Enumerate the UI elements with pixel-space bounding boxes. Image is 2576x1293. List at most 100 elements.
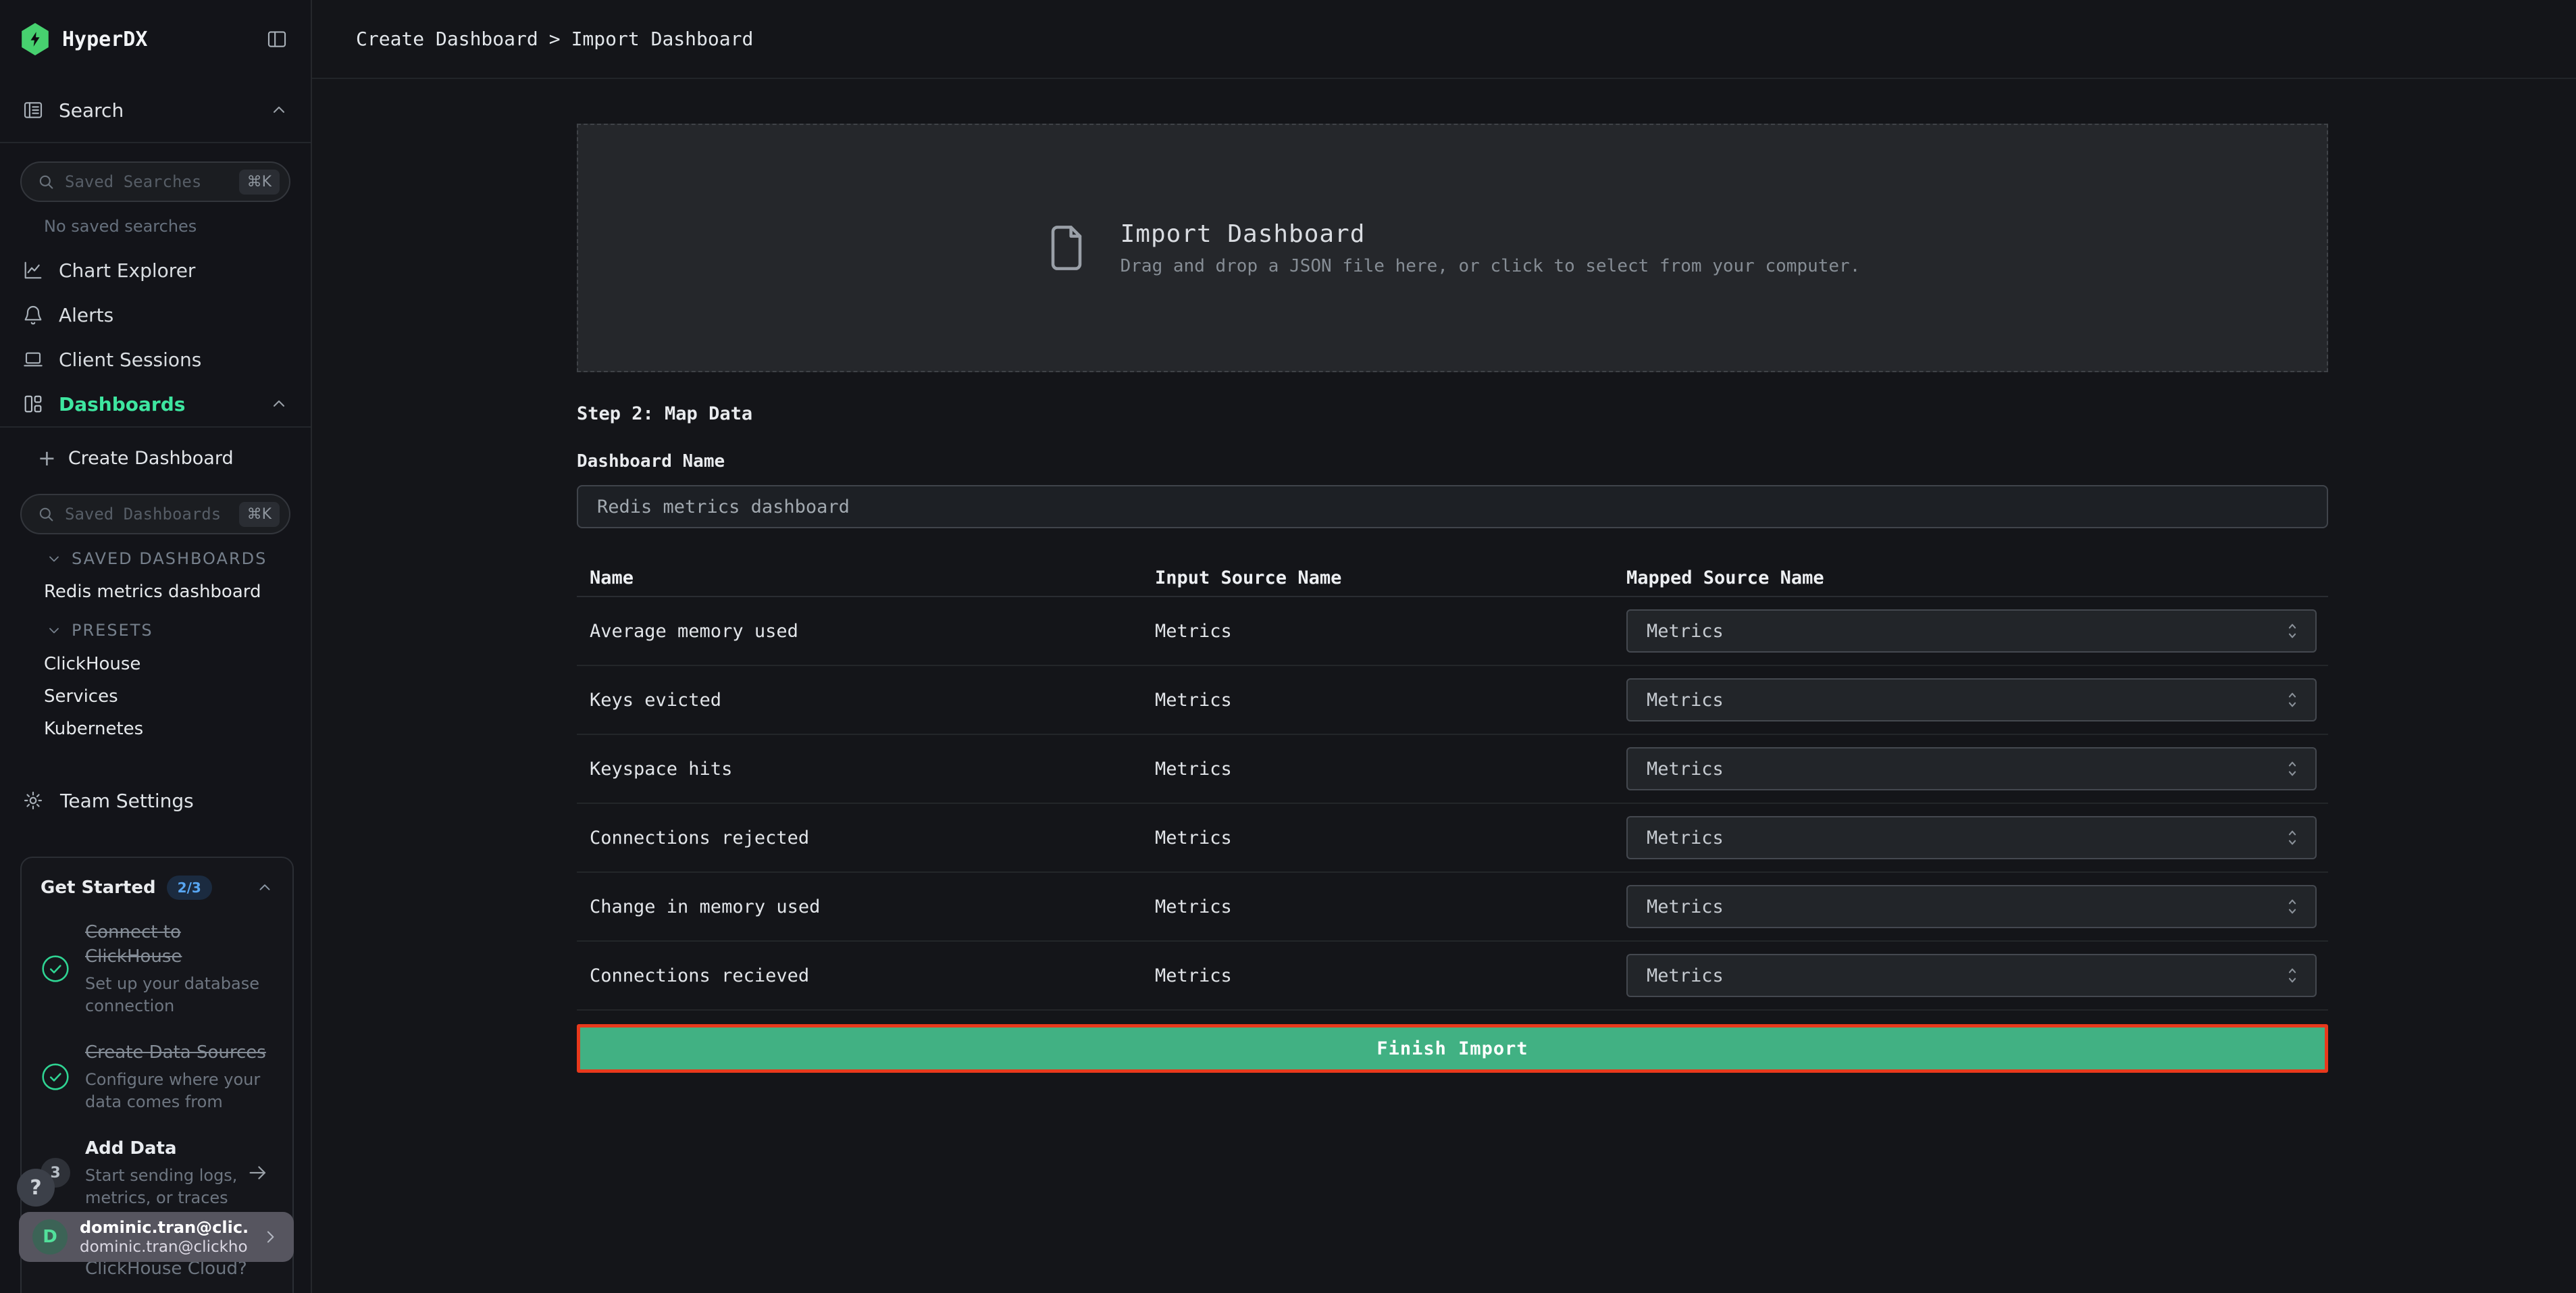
get-started-item-desc: Start sending logs, metrics, or traces bbox=[85, 1165, 274, 1209]
group-label-text: PRESETS bbox=[72, 621, 153, 640]
saved-dashboards-placeholder: Saved Dashboards bbox=[65, 505, 230, 524]
selected-value: Metrics bbox=[1647, 828, 1724, 848]
table-header: Name Input Source Name Mapped Source Nam… bbox=[577, 559, 2328, 597]
table-row: Connections rejected Metrics Metrics bbox=[577, 804, 2328, 873]
bell-icon bbox=[22, 304, 44, 326]
sidebar-section-search[interactable]: Search bbox=[0, 78, 311, 142]
mapped-source-select[interactable]: Metrics bbox=[1626, 747, 2317, 790]
import-dashboard-page: Import Dashboard Drag and drop a JSON fi… bbox=[312, 79, 2576, 1293]
group-item-label: Kubernetes bbox=[44, 719, 143, 739]
sidebar-item-clickhouse-preset[interactable]: ClickHouse bbox=[0, 648, 311, 680]
sidebar-item-dashboards[interactable]: Dashboards bbox=[0, 382, 311, 426]
get-started-item-connect[interactable]: Connect to ClickHouse Set up your databa… bbox=[41, 920, 274, 1017]
metric-name: Change in memory used bbox=[577, 896, 1155, 917]
finish-import-button[interactable]: Finish Import bbox=[577, 1024, 2328, 1073]
user-account-chip[interactable]: D dominic.tran@clic... dominic.tran@clic… bbox=[19, 1212, 294, 1262]
table-row: Change in memory used Metrics Metrics bbox=[577, 873, 2328, 942]
dashboard-name-value: Redis metrics dashboard bbox=[597, 497, 850, 517]
dashboard-name-label: Dashboard Name bbox=[577, 451, 2328, 472]
get-started-header[interactable]: Get Started 2/3 bbox=[41, 876, 274, 900]
chevron-down-icon bbox=[46, 622, 62, 638]
sidebar-item-services-preset[interactable]: Services bbox=[0, 680, 311, 713]
check-circle-icon bbox=[41, 954, 70, 984]
shortcut-badge: ⌘K bbox=[239, 502, 280, 527]
metric-name: Connections recieved bbox=[577, 965, 1155, 986]
col-header-input-source: Input Source Name bbox=[1155, 567, 1626, 588]
get-started-item-title: Create Data Sources bbox=[85, 1040, 274, 1065]
sidebar-item-label: Alerts bbox=[59, 304, 113, 326]
breadcrumb-create-dashboard[interactable]: Create Dashboard bbox=[356, 28, 538, 50]
help-button[interactable]: ? bbox=[17, 1169, 55, 1207]
input-source-name: Metrics bbox=[1155, 896, 1626, 917]
group-label-text: SAVED DASHBOARDS bbox=[72, 549, 267, 568]
mapped-source-select[interactable]: Metrics bbox=[1626, 816, 2317, 859]
mapped-source-select[interactable]: Metrics bbox=[1626, 954, 2317, 997]
app-title: HyperDX bbox=[62, 28, 147, 51]
dropzone-subtitle: Drag and drop a JSON file here, or click… bbox=[1120, 256, 1861, 276]
get-started-item-desc: Set up your database connection bbox=[85, 973, 274, 1017]
metric-name: Keys evicted bbox=[577, 690, 1155, 711]
create-dashboard-label: Create Dashboard bbox=[68, 448, 234, 469]
check-circle-icon bbox=[41, 1062, 70, 1092]
gear-icon bbox=[22, 790, 44, 811]
group-presets[interactable]: PRESETS bbox=[46, 621, 311, 640]
no-saved-searches-text: No saved searches bbox=[44, 217, 311, 236]
dropzone-title: Import Dashboard bbox=[1120, 220, 1861, 248]
hyperdx-logo-icon bbox=[20, 23, 50, 55]
get-started-item-sources[interactable]: Create Data Sources Configure where your… bbox=[41, 1040, 274, 1113]
sidebar-item-team-settings[interactable]: Team Settings bbox=[0, 780, 311, 821]
selected-value: Metrics bbox=[1647, 965, 1724, 986]
chevron-up-icon bbox=[269, 395, 288, 413]
col-header-name: Name bbox=[577, 567, 1155, 588]
mapped-source-select[interactable]: Metrics bbox=[1626, 885, 2317, 928]
select-chevrons-icon bbox=[2283, 619, 2302, 643]
selected-value: Metrics bbox=[1647, 759, 1724, 780]
logo-row[interactable]: HyperDX bbox=[0, 0, 311, 78]
get-started-item-title: Add Data bbox=[85, 1136, 274, 1161]
mapped-source-select[interactable]: Metrics bbox=[1626, 678, 2317, 721]
group-saved-dashboards[interactable]: SAVED DASHBOARDS bbox=[46, 549, 311, 568]
saved-searches-placeholder: Saved Searches bbox=[65, 172, 230, 191]
chevron-up-icon bbox=[256, 879, 274, 896]
sidebar-item-client-sessions[interactable]: Client Sessions bbox=[0, 337, 311, 382]
sidebar-collapse-button[interactable] bbox=[263, 26, 290, 53]
sidebar-item-kubernetes-preset[interactable]: Kubernetes bbox=[0, 713, 311, 745]
get-started-title: Get Started bbox=[41, 878, 156, 898]
sidebar-item-label: Dashboards bbox=[59, 393, 185, 415]
mapped-source-select[interactable]: Metrics bbox=[1626, 609, 2317, 653]
table-row: Average memory used Metrics Metrics bbox=[577, 597, 2328, 666]
sidebar-item-redis-dashboard[interactable]: Redis metrics dashboard bbox=[0, 576, 311, 607]
sidebar-item-chart-explorer[interactable]: Chart Explorer bbox=[0, 248, 311, 293]
json-dropzone[interactable]: Import Dashboard Drag and drop a JSON fi… bbox=[577, 124, 2328, 372]
group-item-label: Services bbox=[44, 686, 118, 707]
table-row: Connections recieved Metrics Metrics bbox=[577, 942, 2328, 1011]
col-header-mapped-source: Mapped Source Name bbox=[1626, 567, 2328, 588]
dashboard-name-input[interactable]: Redis metrics dashboard bbox=[577, 485, 2328, 528]
sidebar-nav: Chart Explorer Alerts Client Sessions Da… bbox=[0, 248, 311, 426]
input-source-name: Metrics bbox=[1155, 690, 1626, 711]
sidebar-item-label: Chart Explorer bbox=[59, 259, 195, 282]
metric-name: Connections rejected bbox=[577, 828, 1155, 848]
laptop-icon bbox=[22, 349, 44, 370]
saved-dashboards-input[interactable]: Saved Dashboards ⌘K bbox=[20, 494, 290, 534]
sidebar-item-alerts[interactable]: Alerts bbox=[0, 293, 311, 337]
create-dashboard-button[interactable]: + Create Dashboard bbox=[0, 428, 311, 488]
get-started-item-title: Connect to ClickHouse bbox=[85, 920, 274, 969]
input-source-name: Metrics bbox=[1155, 621, 1626, 642]
arrow-right-icon bbox=[247, 1161, 269, 1184]
breadcrumb-import-dashboard[interactable]: Import Dashboard bbox=[571, 28, 754, 50]
group-item-label: Redis metrics dashboard bbox=[44, 582, 261, 602]
input-source-name: Metrics bbox=[1155, 965, 1626, 986]
chart-icon bbox=[22, 259, 44, 281]
selected-value: Metrics bbox=[1647, 690, 1724, 711]
metric-name: Keyspace hits bbox=[577, 759, 1155, 780]
selected-value: Metrics bbox=[1647, 621, 1724, 642]
breadcrumb-separator: > bbox=[549, 28, 561, 50]
user-name: dominic.tran@clic... bbox=[80, 1218, 248, 1237]
panel-left-icon bbox=[265, 28, 288, 51]
sidebar: HyperDX Search Saved Searches ⌘K No save… bbox=[0, 0, 312, 1293]
group-item-label: ClickHouse bbox=[44, 654, 140, 674]
get-started-item-add-data[interactable]: 3 Add Data Start sending logs, metrics, … bbox=[41, 1136, 274, 1209]
saved-searches-input[interactable]: Saved Searches ⌘K bbox=[20, 161, 290, 202]
chevron-right-icon bbox=[260, 1227, 280, 1247]
